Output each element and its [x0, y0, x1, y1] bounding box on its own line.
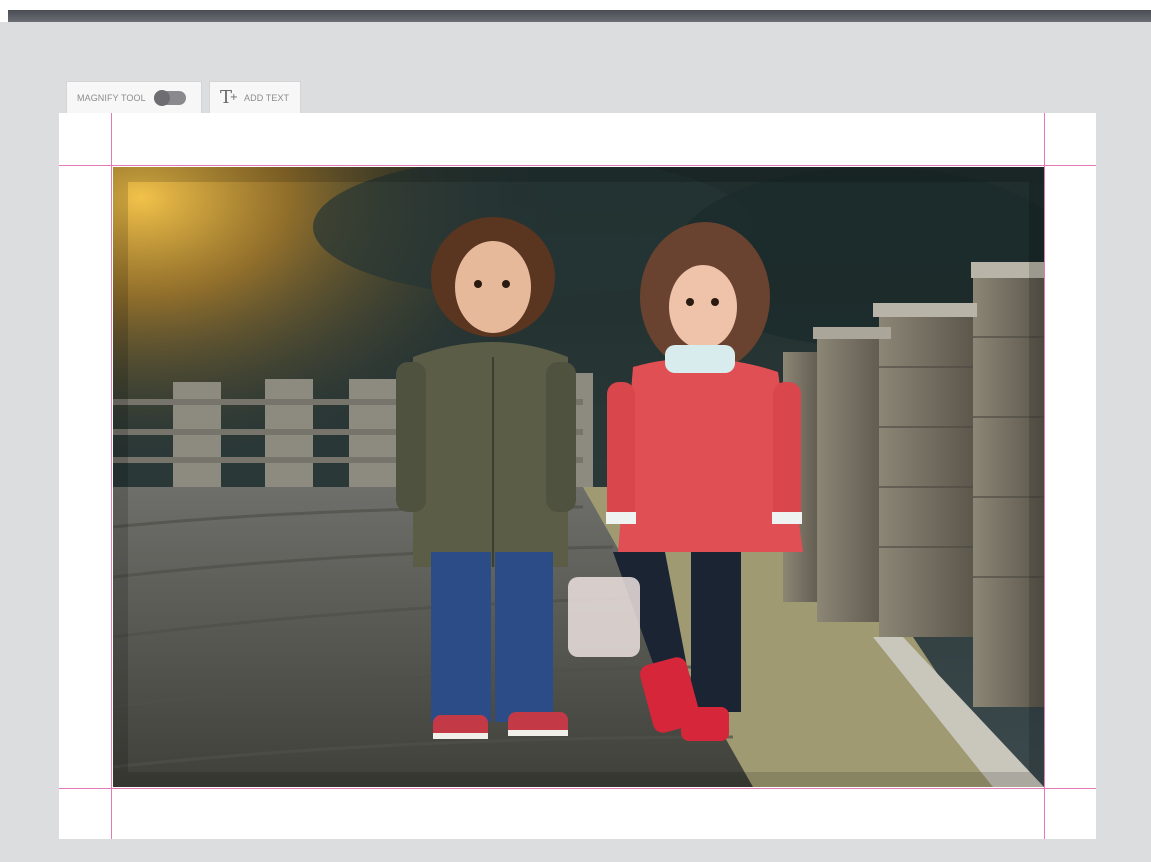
canvas-photo[interactable] [113, 167, 1044, 787]
guide-right [1044, 113, 1045, 839]
add-text-tab[interactable]: T + ADD TEXT [209, 81, 301, 114]
add-text-label: ADD TEXT [244, 93, 290, 103]
magnify-toggle[interactable] [153, 90, 186, 106]
photo-illustration [113, 167, 1044, 787]
text-add-icon: T + [220, 87, 239, 108]
guide-bottom [59, 788, 1096, 789]
guide-top [59, 165, 1096, 166]
toggle-knob [153, 90, 170, 106]
top-bar-strip [8, 10, 1151, 22]
guide-left [111, 113, 112, 839]
magnify-tool-label: MAGNIFY TOOL [77, 93, 146, 103]
window-top-bar [0, 0, 1151, 22]
magnify-tool-tab[interactable]: MAGNIFY TOOL [66, 81, 202, 114]
